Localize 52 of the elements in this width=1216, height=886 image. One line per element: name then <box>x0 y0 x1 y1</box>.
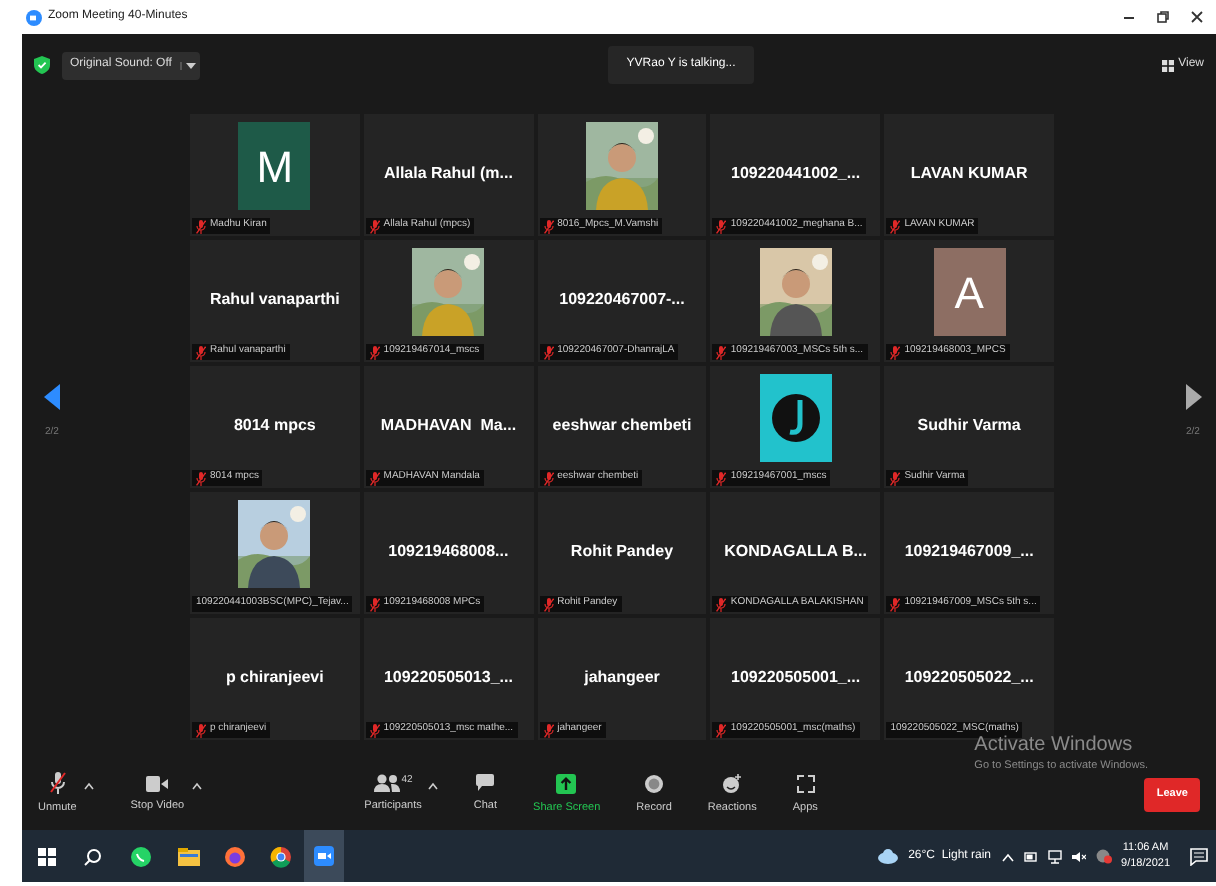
participant-name: 109220505013_... <box>383 666 513 690</box>
chevron-up-icon[interactable] <box>1001 851 1014 861</box>
browser-flame-icon[interactable] <box>224 845 246 867</box>
browser-ring-icon[interactable] <box>270 845 292 867</box>
muted-mic-icon <box>49 772 66 795</box>
participant-name: jahangeer <box>584 666 660 690</box>
share-arrow-icon <box>556 773 577 794</box>
participant-name: eeshwar chembeti <box>552 414 692 438</box>
next-page-arrow-icon[interactable] <box>1185 384 1201 410</box>
participant-name: Rohit Pandey <box>570 540 674 564</box>
participant-name: 109220505001_... <box>731 666 861 690</box>
caret-icon[interactable] <box>427 781 438 789</box>
windows-start-icon[interactable] <box>38 847 56 865</box>
folder-icon[interactable] <box>178 847 200 865</box>
participant-name: 109219468008... <box>388 540 509 564</box>
grid-icon <box>1162 59 1175 71</box>
battery-icon[interactable] <box>1023 851 1038 861</box>
video-camera-icon <box>314 846 334 866</box>
avatar-initial: M <box>238 122 311 210</box>
speaker-icon[interactable] <box>1071 849 1086 863</box>
participant-name: Allala Rahul (m... <box>383 162 513 186</box>
participant-name: LAVAN KUMAR <box>910 162 1028 186</box>
record-icon <box>644 773 665 794</box>
previous-page-arrow-icon[interactable] <box>44 384 60 410</box>
video-camera-icon <box>146 775 169 792</box>
network-icon[interactable] <box>1047 849 1062 863</box>
restore-icon[interactable] <box>1156 10 1170 24</box>
participant-name: 109220505022_... <box>904 666 1034 690</box>
participant-name: 109219467009_... <box>904 540 1034 564</box>
participant-name: KONDAGALLA B... <box>724 540 867 564</box>
search-icon[interactable] <box>84 847 102 865</box>
participant-name: Sudhir Varma <box>917 414 1021 438</box>
caret-icon[interactable] <box>84 781 95 789</box>
participant-name: 109220441002_... <box>731 162 861 186</box>
participant-name: MADHAVAN Ma... <box>380 414 517 438</box>
cloud-icon <box>878 848 899 864</box>
close-icon[interactable] <box>1190 10 1204 24</box>
participant-name: 109220467007-... <box>559 288 685 312</box>
people-icon <box>373 774 400 793</box>
activate-windows-title: Activate Windows <box>974 736 1135 756</box>
participant-name: 8014 mpcs <box>233 414 316 438</box>
dropdown-caret-icon <box>185 61 196 69</box>
avatar-initial: A <box>933 248 1006 336</box>
caret-icon[interactable] <box>192 781 203 789</box>
notification-icon[interactable] <box>1190 847 1208 865</box>
participant-name: p chiranjeevi <box>225 666 324 690</box>
shield-icon[interactable] <box>34 56 50 74</box>
apps-icon <box>795 773 816 794</box>
participant-name: Rahul vanaparthi <box>209 288 340 312</box>
smiley-plus-icon <box>722 773 743 794</box>
antivirus-icon[interactable] <box>1095 848 1112 864</box>
video-app-taskbar-button[interactable] <box>304 830 344 882</box>
